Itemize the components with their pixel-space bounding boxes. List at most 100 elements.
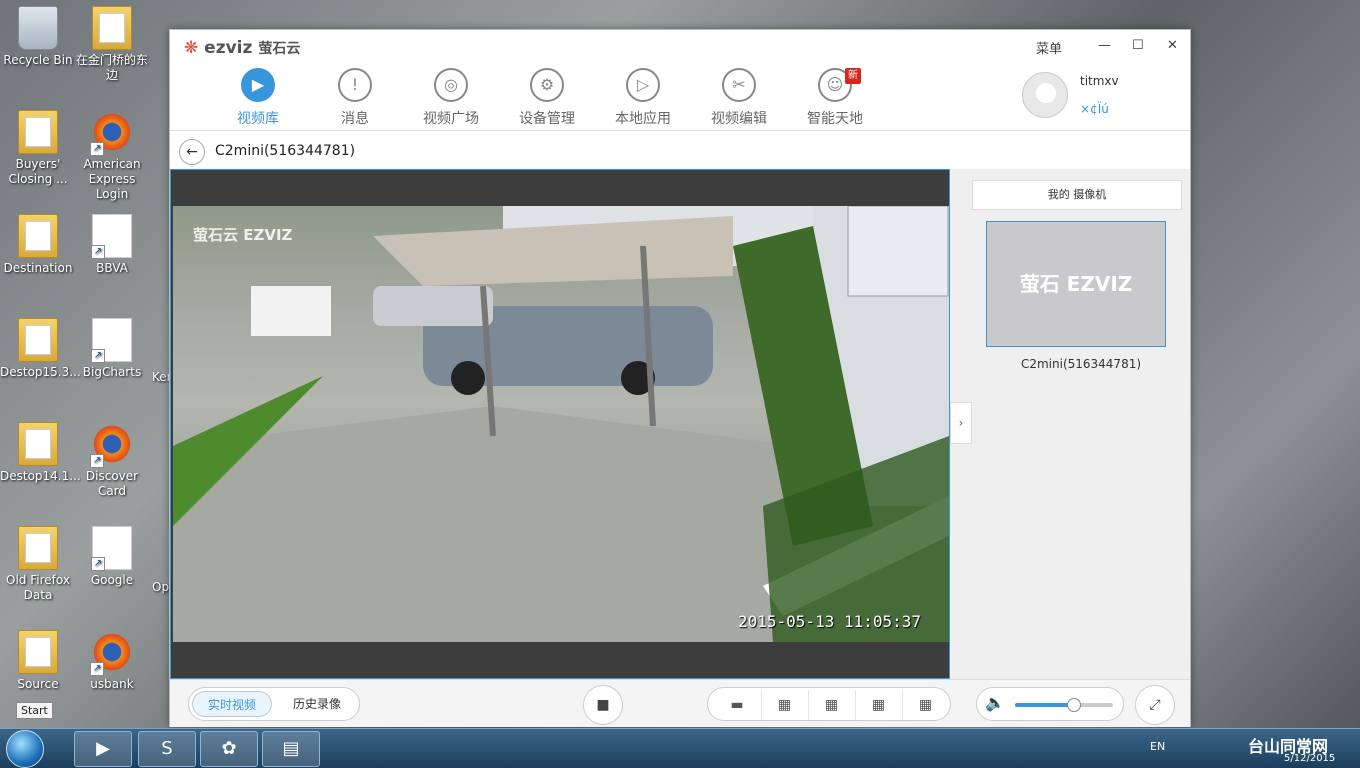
ezviz-window: ❋ ezviz 萤石云 菜单 — ☐ ✕ ▶ 视频库! 消息 ◎ 视频广场 ⚙ 设备管理 ▷ 本… — [169, 29, 1191, 727]
folder-icon — [18, 214, 58, 258]
layout-grid-button[interactable]: ▦ — [855, 690, 901, 720]
stop-button[interactable]: ■ — [583, 685, 623, 725]
my-cameras-tab[interactable]: 我的 摄像机 — [972, 180, 1182, 210]
desktop-icon[interactable]: Recycle Bin — [0, 6, 76, 68]
doc-icon: ↗ — [91, 318, 132, 363]
new-badge: 新 — [845, 68, 861, 84]
desktop-icon-label[interactable]: Op — [152, 580, 170, 595]
nav-tab[interactable]: ⚙ 设备管理 — [499, 68, 595, 128]
nav-label: 视频库 — [237, 111, 279, 127]
shortcut-arrow-icon: ↗ — [90, 454, 104, 468]
folder-icon — [18, 526, 58, 570]
desktop-icon-label: American Express Login — [83, 157, 141, 201]
desktop-icon-label: BBVA — [96, 261, 128, 275]
device-title: C2mini(516344781) — [215, 143, 356, 159]
maximize-button[interactable]: ☐ — [1132, 38, 1144, 53]
nav-icon: ◎ — [434, 68, 468, 102]
camera-thumbnail[interactable]: 萤石 EZVIZ — [986, 221, 1166, 347]
desktop-icon[interactable]: Old Firefox Data — [0, 526, 76, 603]
history-tab[interactable]: 历史录像 — [277, 691, 357, 717]
doc-icon: ↗ — [91, 214, 132, 259]
video-panel[interactable]: 萤石云 EZVIZ 2015-05-13 11:05:37 — [170, 169, 950, 679]
avatar[interactable] — [1022, 72, 1068, 118]
start-button[interactable] — [6, 730, 44, 768]
desktop-icon[interactable]: Buyers' Closing ... — [0, 110, 76, 187]
nav-label: 视频广场 — [423, 111, 479, 127]
fullscreen-icon: ⤢ — [1149, 697, 1161, 713]
desktop-icon-label[interactable]: Ker — [152, 370, 172, 385]
start-tooltip: Start — [16, 702, 53, 719]
desktop-icon[interactable]: ↗ BigCharts — [74, 318, 150, 380]
shortcut-arrow-icon: ↗ — [90, 662, 104, 676]
nav-icon: ⚙ — [530, 68, 564, 102]
taskbar: ▶ S ✿ ▤ EN 台山同常网 5/12/2015 — [0, 728, 1360, 768]
speaker-icon[interactable]: 🔈 — [985, 693, 1005, 712]
video-watermark: 萤石云 EZVIZ — [193, 226, 293, 244]
chevron-right-icon: › — [958, 416, 964, 430]
minimize-button[interactable]: — — [1098, 38, 1111, 53]
collapse-panel-button[interactable]: › — [950, 402, 972, 444]
user-sub[interactable]: ×¢Ïú — [1080, 102, 1109, 116]
desktop-icon[interactable]: Destop15.3... — [0, 318, 81, 380]
layout-grid-button[interactable]: ▦ — [761, 690, 807, 720]
divider — [170, 130, 1190, 131]
desktop-icon-label: Recycle Bin — [3, 53, 73, 67]
nav-label: 本地应用 — [615, 111, 671, 127]
nav-icon: ✂ — [722, 68, 756, 102]
nav-tab[interactable]: ◎ 视频广场 — [403, 68, 499, 128]
desktop-icon[interactable]: Destination — [0, 214, 76, 276]
desktop-icon-label: 在金门桥的东边 — [75, 53, 148, 82]
firefox-icon: ↗ — [90, 110, 132, 156]
layout-switch: ▬ ▦ ▦ ▦ ▦ — [707, 687, 951, 721]
layout-grid-button[interactable]: ▬ — [714, 690, 760, 720]
taskbar-app-button[interactable]: ▤ — [262, 731, 320, 767]
logo-cn: 萤石云 — [258, 41, 301, 57]
nav-tab[interactable]: ✂ 视频编辑 — [691, 68, 787, 128]
arrow-left-icon: ← — [186, 144, 198, 160]
nav-icon: ! — [338, 68, 372, 102]
taskbar-app-button[interactable]: S — [138, 731, 196, 767]
language-indicator[interactable]: EN — [1150, 740, 1165, 753]
nav-label: 视频编辑 — [711, 111, 767, 127]
desktop-icon-label: Old Firefox Data — [6, 573, 70, 602]
nav-tab[interactable]: ▷ 本地应用 — [595, 68, 691, 128]
trash-icon — [18, 6, 58, 50]
fullscreen-button[interactable]: ⤢ — [1135, 685, 1175, 725]
desktop-icon-label: Destop14.1... — [0, 469, 81, 483]
desktop-icon-label: Discover Card — [85, 469, 139, 498]
desktop-icon-label: Destop15.3... — [0, 365, 81, 379]
clock-date[interactable]: 5/12/2015 — [1284, 753, 1335, 764]
desktop-icon-label: Source — [17, 677, 59, 691]
shortcut-arrow-icon: ↗ — [90, 142, 104, 156]
close-button[interactable]: ✕ — [1167, 38, 1178, 53]
live-video-tab[interactable]: 实时视频 — [192, 691, 272, 717]
desktop-icon[interactable]: ↗ BBVA — [74, 214, 150, 276]
desktop-icon[interactable]: Destop14.1... — [0, 422, 81, 484]
desktop-icon[interactable]: ↗ usbank — [74, 630, 150, 692]
nav-icon: ▶ — [241, 68, 275, 102]
desktop-icon[interactable]: ↗ Discover Card — [74, 422, 150, 499]
nav-tab[interactable]: ☺ 智能天地新 — [787, 68, 883, 128]
desktop-icon[interactable]: ↗ Google — [74, 526, 150, 588]
back-button[interactable]: ← — [179, 139, 205, 165]
user-name[interactable]: titmxv — [1080, 74, 1119, 88]
taskbar-app-button[interactable]: ▶ — [74, 731, 132, 767]
nav-tab[interactable]: ! 消息 — [307, 68, 403, 128]
nav-tab[interactable]: ▶ 视频库 — [210, 68, 306, 128]
camera-label[interactable]: C2mini(516344781) — [986, 357, 1176, 371]
taskbar-app-button[interactable]: ✿ — [200, 731, 258, 767]
folder-icon — [18, 630, 58, 674]
camera-side-panel: 我的 摄像机 萤石 EZVIZ C2mini(516344781) — [950, 169, 1190, 679]
volume-track[interactable] — [1015, 698, 1113, 712]
desktop-icon[interactable]: Source — [0, 630, 76, 692]
layout-grid-button[interactable]: ▦ — [808, 690, 854, 720]
logo-mark-icon: ❋ — [184, 38, 199, 58]
live-video[interactable]: 萤石云 EZVIZ 2015-05-13 11:05:37 — [173, 206, 949, 642]
menu-button[interactable]: 菜单 — [1036, 38, 1062, 57]
nav-label: 设备管理 — [519, 111, 575, 127]
volume-slider-handle[interactable] — [1066, 698, 1081, 712]
desktop-icon[interactable]: ↗ American Express Login — [74, 110, 150, 202]
layout-grid-button[interactable]: ▦ — [902, 690, 948, 720]
shortcut-arrow-icon: ↗ — [91, 245, 105, 259]
desktop-icon[interactable]: 在金门桥的东边 — [74, 6, 150, 83]
